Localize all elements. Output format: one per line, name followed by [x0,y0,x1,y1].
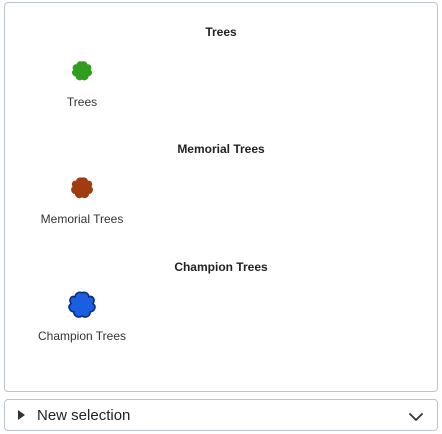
tree-canopy-icon [67,291,97,319]
legend-panel: Trees Trees Memorial Trees Memorial Tree… [4,2,438,392]
tree-canopy-icon [70,177,94,199]
new-selection-dropdown[interactable]: New selection [4,399,438,431]
new-selection-label: New selection [37,407,131,424]
legend-section-title: Trees [205,25,237,39]
legend-symbol-label: Memorial Trees [40,212,124,226]
triangle-right-icon[interactable] [18,410,25,420]
chevron-down-icon[interactable] [409,409,423,427]
tree-canopy-icon [71,61,93,81]
legend-symbol-label: Trees [66,95,98,109]
legend-section-title: Memorial Trees [177,142,265,156]
legend-section-title: Champion Trees [174,260,268,274]
legend-symbol-label: Champion Trees [37,329,127,343]
